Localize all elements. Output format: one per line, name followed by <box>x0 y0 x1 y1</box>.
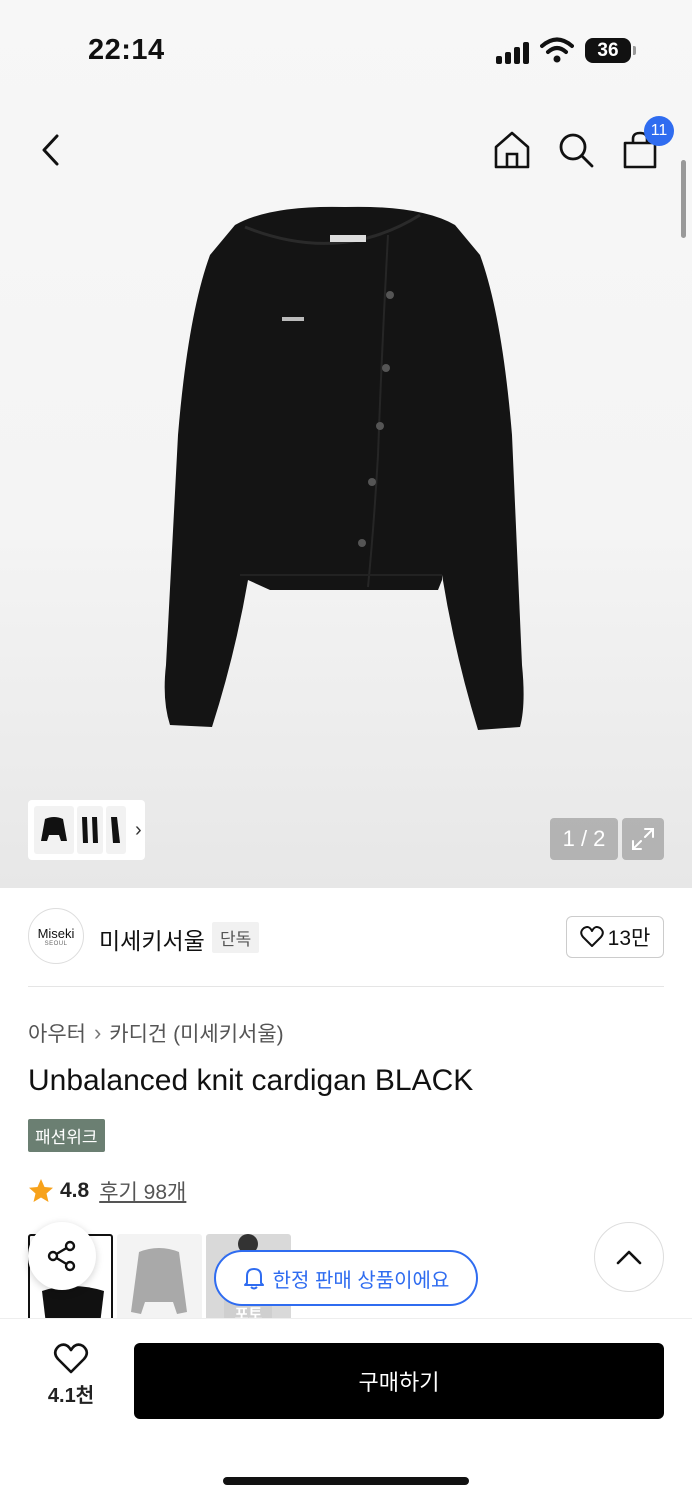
fashion-week-badge: 패션위크 <box>28 1119 105 1152</box>
product-image <box>164 206 524 730</box>
rating-row: 4.8 후기 98개 <box>28 1176 186 1206</box>
image-counter: 1 / 2 <box>550 818 618 860</box>
chevron-up-icon <box>616 1250 642 1265</box>
home-button[interactable] <box>490 128 534 172</box>
home-indicator <box>223 1477 469 1485</box>
brand-like-count: 13만 <box>607 927 651 950</box>
product-gallery[interactable]: 22:14 36 11 › 1 / 2 <box>0 0 692 888</box>
rating-score: 4.8 <box>60 1179 90 1202</box>
scrollbar[interactable] <box>681 160 686 238</box>
thumbnail-strip[interactable]: › <box>28 800 145 860</box>
back-button[interactable] <box>30 130 70 170</box>
chevron-right-icon: › <box>93 1020 102 1045</box>
brand-logo-text: Miseki <box>37 925 75 941</box>
breadcrumb: 아우터 › 카디건 (미세키서울) <box>28 1018 284 1048</box>
status-time: 22:14 <box>88 34 165 66</box>
status-bar: 22:14 36 <box>0 0 692 100</box>
exclusive-badge: 단독 <box>212 922 260 953</box>
brand-name[interactable]: 미세키서울 <box>99 922 205 956</box>
breadcrumb-subcategory[interactable]: 카디건 (미세키서울) <box>109 1018 283 1048</box>
wishlist-button[interactable]: 4.1천 <box>30 1343 112 1408</box>
heart-icon <box>53 1343 89 1374</box>
thumbnail-image[interactable] <box>106 806 126 854</box>
divider <box>28 986 664 987</box>
review-thumbnail[interactable] <box>117 1234 202 1322</box>
share-icon <box>47 1240 76 1272</box>
cart-count-badge: 11 <box>644 116 674 146</box>
bottom-action-bar: 4.1천 구매하기 <box>0 1318 692 1500</box>
bell-icon <box>243 1268 264 1290</box>
review-count-link[interactable]: 후기 98개 <box>99 1176 186 1206</box>
search-icon <box>559 133 594 168</box>
heart-icon <box>579 926 604 947</box>
expand-button[interactable] <box>622 818 664 860</box>
search-button[interactable] <box>554 128 598 172</box>
brand-like-button[interactable]: 13만 <box>566 916 664 958</box>
share-button[interactable] <box>28 1222 96 1290</box>
brand-logo[interactable]: Miseki SEOUL <box>28 908 84 964</box>
home-icon <box>494 131 530 169</box>
limited-sale-text: 한정 판매 상품이에요 <box>272 1269 450 1292</box>
cart-button[interactable]: 11 <box>618 116 674 172</box>
limited-sale-notice[interactable]: 한정 판매 상품이에요 <box>214 1250 478 1306</box>
chevron-right-icon[interactable]: › <box>135 819 142 842</box>
star-icon <box>29 1179 53 1202</box>
product-title: Unbalanced knit cardigan BLACK <box>28 1064 474 1097</box>
chevron-left-icon <box>42 134 59 166</box>
wifi-icon <box>540 37 574 63</box>
thumbnail-image[interactable] <box>77 806 103 854</box>
scroll-top-button[interactable] <box>594 1222 664 1292</box>
expand-icon <box>632 828 654 850</box>
signal-icon <box>496 40 532 64</box>
brand-logo-subtext: SEOUL <box>44 940 68 947</box>
buy-button[interactable]: 구매하기 <box>134 1343 664 1419</box>
breadcrumb-category[interactable]: 아우터 <box>28 1018 86 1048</box>
battery-icon: 36 <box>585 38 636 63</box>
wishlist-count: 4.1천 <box>47 1385 95 1407</box>
thumbnail-image[interactable] <box>34 806 74 854</box>
